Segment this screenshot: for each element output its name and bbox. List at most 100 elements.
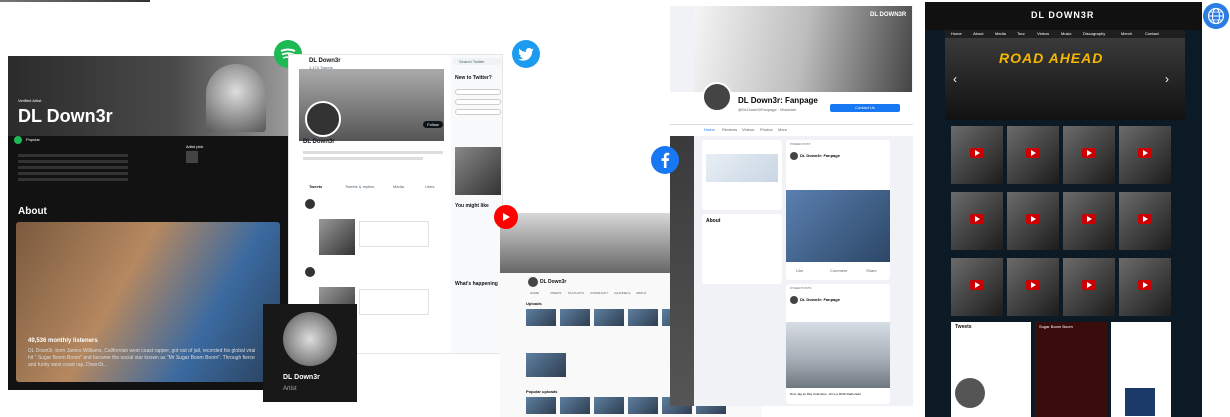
- twitter-follow-button[interactable]: Follow: [423, 121, 443, 128]
- tweet-avatar[interactable]: [305, 199, 315, 209]
- post-author-name: DL Down3r: Fanpage: [800, 153, 840, 158]
- facebook-contact-button[interactable]: Contact Us: [830, 104, 900, 112]
- post-comment-button[interactable]: Comment: [830, 268, 847, 273]
- post-author-avatar[interactable]: [790, 152, 798, 160]
- youtube-channel-avatar[interactable]: [528, 277, 538, 287]
- youtube-channel-name: DL Down3r: [540, 279, 567, 285]
- video-tile[interactable]: [1119, 192, 1171, 250]
- video-tile[interactable]: [1007, 258, 1059, 316]
- website-facebook-widget[interactable]: [1111, 322, 1171, 417]
- twitter-profile-picture[interactable]: [305, 101, 341, 137]
- nav-videos[interactable]: Videos: [1037, 31, 1049, 36]
- post-like-button[interactable]: Like: [796, 268, 803, 273]
- track-row[interactable]: [18, 166, 128, 169]
- nav-contact[interactable]: Contact: [1145, 31, 1159, 36]
- facebook-tab-more[interactable]: More: [778, 127, 787, 132]
- facebook-tab-photos[interactable]: Photos: [760, 127, 772, 132]
- youtube-tab-channels[interactable]: CHANNELS: [614, 291, 630, 295]
- tweet-link-card[interactable]: [359, 221, 429, 247]
- play-icon: [1026, 148, 1040, 158]
- track-row[interactable]: [18, 178, 128, 181]
- play-icon: [1026, 280, 1040, 290]
- spotify-artist-card[interactable]: DL Down3r Artist: [263, 304, 357, 402]
- video-tile[interactable]: [1007, 192, 1059, 250]
- facebook-pinned-label: PINNED POST: [790, 142, 811, 146]
- spotify-artist-pick-header: Artist pick: [186, 144, 204, 149]
- video-tile[interactable]: [1063, 192, 1115, 250]
- youtube-tab-videos[interactable]: VIDEOS: [550, 291, 561, 295]
- tab-tweets[interactable]: Tweets: [309, 184, 322, 189]
- twitter-widget-image[interactable]: [955, 378, 985, 408]
- spotify-play-button[interactable]: [14, 136, 22, 144]
- facebook-page-picture[interactable]: [702, 82, 732, 112]
- youtube-icon: [494, 205, 518, 229]
- video-tile[interactable]: [951, 258, 1003, 316]
- google-signup-button[interactable]: [455, 89, 501, 95]
- video-thumbnail[interactable]: [560, 397, 590, 414]
- nav-media[interactable]: Media: [995, 31, 1006, 36]
- video-tile[interactable]: [1119, 258, 1171, 316]
- nav-tour[interactable]: Tour: [1017, 31, 1025, 36]
- video-thumbnail[interactable]: [560, 309, 590, 326]
- nav-music[interactable]: Music: [1061, 31, 1071, 36]
- artist-card-avatar[interactable]: [283, 312, 337, 366]
- video-tile[interactable]: [1063, 258, 1115, 316]
- video-tile[interactable]: [1119, 126, 1171, 184]
- twitter-media-grid[interactable]: [455, 147, 501, 195]
- new-to-twitter-heading: New to Twitter?: [455, 75, 492, 81]
- nav-about[interactable]: About: [973, 31, 983, 36]
- youtube-tab-community[interactable]: COMMUNITY: [590, 291, 609, 295]
- apple-signup-button[interactable]: [455, 99, 501, 105]
- video-thumbnail[interactable]: [628, 309, 658, 326]
- video-tile[interactable]: [1063, 126, 1115, 184]
- website-playlist-widget[interactable]: Sugar Boom Boom: [1035, 322, 1107, 417]
- slider-next-arrow[interactable]: ›: [1165, 72, 1169, 86]
- track-row[interactable]: [18, 160, 128, 163]
- tweet-media[interactable]: [319, 219, 355, 255]
- facebook-tab-videos[interactable]: Videos: [742, 127, 754, 132]
- nav-discography[interactable]: Discography: [1083, 31, 1105, 36]
- twitter-widget-heading: Tweets: [955, 324, 972, 330]
- tab-media[interactable]: Media: [393, 184, 404, 189]
- post-image[interactable]: [786, 322, 890, 388]
- nav-merch[interactable]: Merch: [1121, 31, 1132, 36]
- post-share-button[interactable]: Share: [866, 268, 877, 273]
- post-author-avatar[interactable]: [790, 296, 798, 304]
- artist-card-type: Artist: [283, 386, 297, 392]
- video-tile[interactable]: [951, 192, 1003, 250]
- track-row[interactable]: [18, 154, 128, 157]
- tweet-link-card[interactable]: [359, 289, 429, 315]
- video-thumbnail[interactable]: [526, 309, 556, 326]
- nav-home[interactable]: Home: [951, 31, 962, 36]
- facebook-map-card[interactable]: [702, 140, 782, 210]
- facebook-widget-image[interactable]: [1125, 388, 1155, 416]
- youtube-tab-home[interactable]: HOME: [530, 291, 539, 295]
- video-thumbnail[interactable]: [628, 397, 658, 414]
- video-tile[interactable]: [1007, 126, 1059, 184]
- facebook-map[interactable]: [706, 154, 778, 182]
- tab-likes[interactable]: Likes: [425, 184, 434, 189]
- youtube-tab-playlists[interactable]: PLAYLISTS: [568, 291, 584, 295]
- spotify-artist-pick-art[interactable]: [186, 151, 198, 163]
- twitter-sidebar: Search Twitter New to Twitter? You might…: [451, 55, 502, 353]
- youtube-popular-uploads-heading: Popular uploads: [526, 389, 558, 394]
- tweet-avatar[interactable]: [305, 267, 315, 277]
- phone-signup-button[interactable]: [455, 109, 501, 115]
- slider-prev-arrow[interactable]: ‹: [953, 72, 957, 86]
- video-thumbnail[interactable]: [594, 309, 624, 326]
- play-icon: [1026, 214, 1040, 224]
- post-image[interactable]: [786, 190, 890, 262]
- track-row[interactable]: [18, 172, 128, 175]
- tab-tweets-replies[interactable]: Tweets & replies: [345, 184, 374, 189]
- play-icon: [970, 214, 984, 224]
- spotify-artist-headphones-photo: [206, 64, 266, 132]
- youtube-tab-about[interactable]: ABOUT: [636, 291, 646, 295]
- video-thumbnail[interactable]: [594, 397, 624, 414]
- video-thumbnail[interactable]: [526, 397, 556, 414]
- website-twitter-widget[interactable]: Tweets: [951, 322, 1031, 417]
- featured-video-thumbnail[interactable]: [526, 353, 566, 377]
- facebook-tab-home[interactable]: Home: [704, 127, 715, 132]
- facebook-tab-reviews[interactable]: Reviews: [722, 127, 737, 132]
- video-tile[interactable]: [951, 126, 1003, 184]
- website-logo[interactable]: DL DOWN3R: [1031, 10, 1094, 20]
